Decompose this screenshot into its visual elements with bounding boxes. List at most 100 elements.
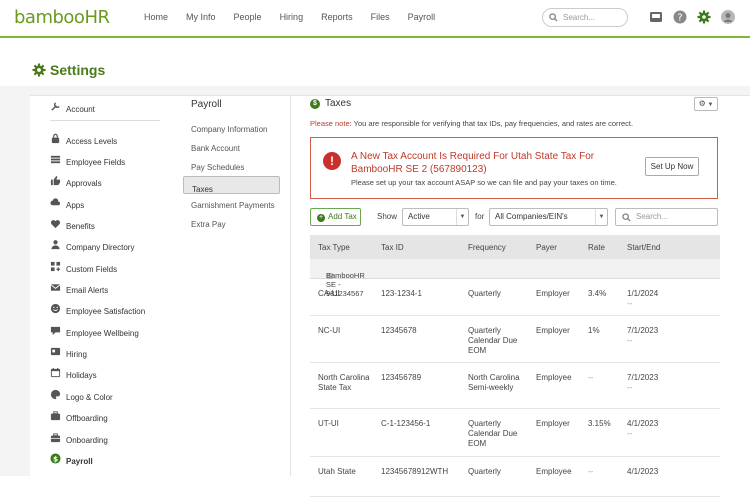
cell-freq: North Carolina Semi-weekly bbox=[468, 373, 520, 392]
cell-start: 7/1/2023 bbox=[627, 373, 659, 382]
tax-account-alert: ! A New Tax Account Is Required For Utah… bbox=[310, 137, 718, 199]
nav-files[interactable]: Files bbox=[371, 12, 390, 22]
cell-id: C-1-123456-1 bbox=[381, 419, 431, 428]
status-select[interactable]: Active ▼ bbox=[402, 208, 469, 226]
sidebar-item-access-levels[interactable]: Access Levels bbox=[50, 133, 117, 146]
sidebar-item-custom-fields[interactable]: Custom Fields bbox=[50, 261, 117, 274]
status-select-value: Active bbox=[408, 212, 430, 221]
col-tax-type[interactable]: Tax Type bbox=[318, 243, 350, 252]
cell-payer: Employer bbox=[536, 326, 570, 335]
taxes-settings-menu-button[interactable]: ⚙ ▼ bbox=[694, 97, 718, 111]
sidebar-item-onboarding[interactable]: Onboarding bbox=[50, 432, 108, 445]
sidebar-item-benefits[interactable]: Benefits bbox=[50, 218, 95, 231]
sidebar-item-account[interactable]: Account bbox=[50, 101, 95, 114]
bamboohr-logo[interactable]: bambooHR bbox=[14, 7, 110, 28]
sidebar-item-company-directory[interactable]: Company Directory bbox=[50, 239, 134, 252]
nav-hiring[interactable]: Hiring bbox=[280, 12, 304, 22]
settings-gear-icon[interactable] bbox=[697, 10, 711, 24]
cell-end: -- bbox=[627, 336, 633, 345]
sidebar-item-approvals[interactable]: Approvals bbox=[50, 175, 102, 188]
sidebar-item-holidays[interactable]: Holidays bbox=[50, 367, 97, 380]
cell-payer: Employee bbox=[536, 373, 572, 382]
column-divider bbox=[290, 95, 291, 476]
wrench-icon bbox=[51, 102, 60, 111]
page-title-text: Settings bbox=[50, 62, 106, 78]
cell-id: 12345678 bbox=[381, 326, 417, 335]
col-start-end[interactable]: Start/End bbox=[627, 243, 660, 252]
smile-icon bbox=[50, 303, 61, 314]
cell-end: -- bbox=[627, 299, 633, 308]
sidebar-item-logo-color[interactable]: Logo & Color bbox=[50, 389, 113, 402]
col-tax-id[interactable]: Tax ID bbox=[381, 243, 404, 252]
nav-my-info[interactable]: My Info bbox=[186, 12, 216, 22]
dollar-icon: $ bbox=[50, 453, 61, 464]
user-avatar-icon[interactable] bbox=[721, 10, 735, 24]
chevron-down-icon: ▼ bbox=[595, 209, 607, 225]
cell-rate: 1% bbox=[588, 326, 600, 335]
dollar-icon: $ bbox=[310, 98, 320, 109]
submenu-item-extra-pay[interactable]: Extra Pay bbox=[183, 215, 280, 233]
sun-icon bbox=[50, 367, 61, 378]
tax-search-input[interactable]: Search... bbox=[615, 208, 718, 226]
cell-type: NC-UI bbox=[318, 326, 341, 335]
page-title: Settings bbox=[32, 62, 105, 78]
top-navbar: bambooHR Home My Info People Hiring Repo… bbox=[0, 0, 750, 38]
table-row[interactable]: NC-UI 12345678 Quarterly Calendar Due EOM E… bbox=[310, 316, 720, 363]
inbox-icon[interactable] bbox=[649, 10, 663, 24]
cell-end: -- bbox=[627, 383, 633, 392]
submenu-item-taxes[interactable]: Taxes bbox=[183, 176, 280, 194]
cell-payer: Employer bbox=[536, 419, 570, 428]
for-label: for bbox=[475, 212, 485, 221]
submenu-item-garnishment-payments[interactable]: Garnishment Payments bbox=[183, 196, 280, 214]
sidebar-item-hiring[interactable]: Hiring bbox=[50, 346, 87, 359]
sidebar-item-employee-fields[interactable]: Employee Fields bbox=[50, 154, 125, 167]
cell-freq: Quarterly Calendar Due EOM bbox=[468, 326, 518, 355]
cell-freq: Quarterly Calendar Due EOM bbox=[468, 419, 518, 448]
col-payer[interactable]: Payer bbox=[536, 243, 557, 252]
submenu-item-bank-account[interactable]: Bank Account bbox=[183, 139, 280, 157]
cell-type: CA-UI bbox=[318, 289, 340, 298]
nav-home[interactable]: Home bbox=[144, 12, 168, 22]
sidebar-item-payroll[interactable]: $ Payroll bbox=[50, 453, 93, 466]
thumbs-up-icon bbox=[50, 175, 61, 186]
sidebar-item-label: Approvals bbox=[66, 179, 102, 188]
nav-reports[interactable]: Reports bbox=[321, 12, 353, 22]
table-row[interactable]: UT-UI C-1-123456-1 Quarterly Calendar Due … bbox=[310, 409, 720, 457]
mail-icon bbox=[50, 284, 61, 291]
table-row[interactable]: CA-UI 123-1234-1 Quarterly Employer 3.4% 1/1/… bbox=[310, 279, 720, 316]
nav-payroll[interactable]: Payroll bbox=[408, 12, 436, 22]
sidebar-divider bbox=[50, 120, 160, 121]
sidebar-item-label: Benefits bbox=[66, 222, 95, 231]
alert-exclamation-icon: ! bbox=[323, 152, 341, 170]
sidebar-item-offboarding[interactable]: Offboarding bbox=[50, 410, 108, 423]
add-tax-button[interactable]: + Add Tax bbox=[310, 208, 361, 226]
sidebar-item-label: Holidays bbox=[66, 371, 97, 380]
col-frequency[interactable]: Frequency bbox=[468, 243, 506, 252]
add-tax-label: Add Tax bbox=[328, 212, 357, 221]
main-nav: Home My Info People Hiring Reports Files… bbox=[135, 12, 444, 22]
submenu-item-pay-schedules[interactable]: Pay Schedules bbox=[183, 158, 280, 176]
cell-type: North Carolina State Tax bbox=[318, 373, 370, 392]
briefcase-icon bbox=[50, 411, 61, 421]
help-icon[interactable]: ? bbox=[673, 10, 687, 24]
table-row[interactable]: North Carolina State Tax 123456789 North C… bbox=[310, 363, 720, 409]
cell-start: 7/1/2023 bbox=[627, 326, 659, 335]
alert-description: Please set up your tax account ASAP so w… bbox=[351, 178, 617, 187]
cell-start: 4/1/2023 bbox=[627, 419, 659, 428]
set-up-now-button[interactable]: Set Up Now bbox=[645, 157, 699, 176]
list-icon bbox=[50, 155, 61, 164]
lock-icon bbox=[51, 133, 60, 144]
verification-note: Please note: You are responsible for ver… bbox=[310, 119, 633, 128]
svg-text:$: $ bbox=[53, 454, 58, 463]
company-select[interactable]: All Companies/EIN's ▼ bbox=[489, 208, 608, 226]
sidebar-item-email-alerts[interactable]: Email Alerts bbox=[50, 282, 108, 295]
global-search-input[interactable]: Search... bbox=[542, 8, 628, 27]
nav-people[interactable]: People bbox=[234, 12, 262, 22]
table-row[interactable]: Utah State 12345678912WTH Quarterly Employe… bbox=[310, 457, 720, 497]
sidebar-item-apps[interactable]: Apps bbox=[50, 197, 84, 210]
sidebar-item-label: Offboarding bbox=[66, 414, 108, 423]
sidebar-item-employee-satisfaction[interactable]: Employee Satisfaction bbox=[50, 303, 145, 316]
col-rate[interactable]: Rate bbox=[588, 243, 605, 252]
sidebar-item-employee-wellbeing[interactable]: Employee Wellbeing bbox=[50, 325, 139, 338]
submenu-item-company-information[interactable]: Company Information bbox=[183, 120, 280, 138]
